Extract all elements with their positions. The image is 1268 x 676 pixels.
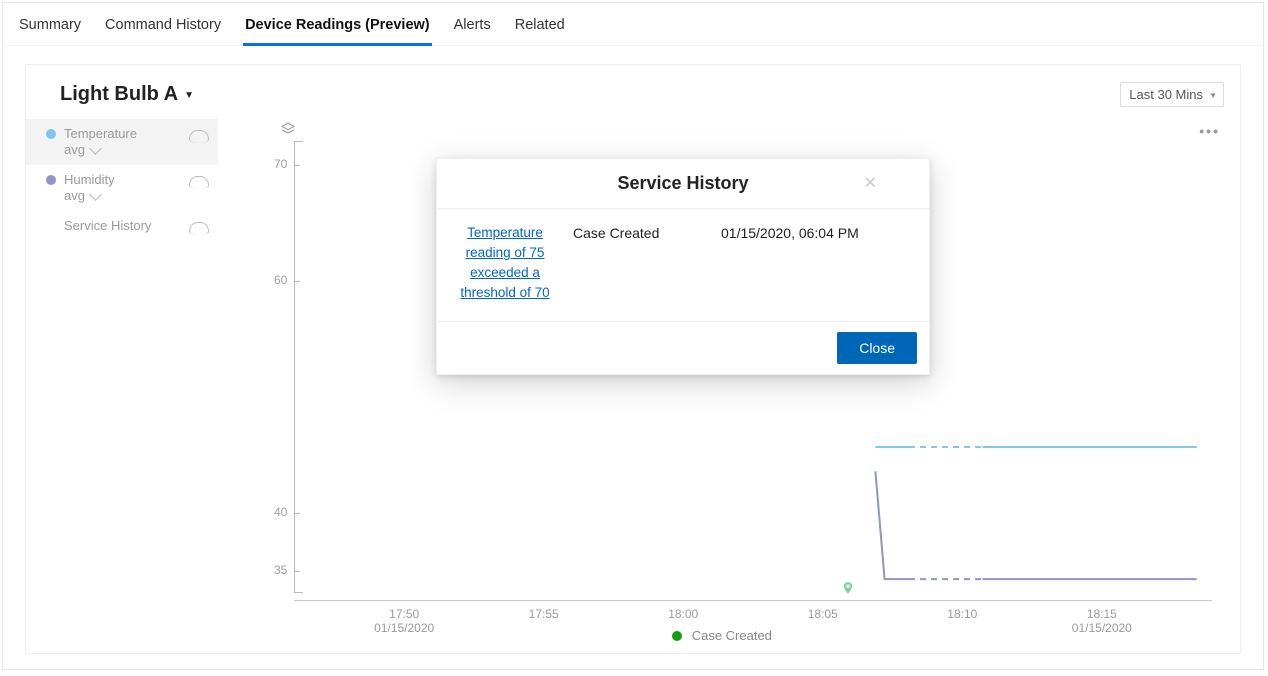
device-selector[interactable]: Light Bulb A ▼	[60, 83, 194, 106]
caret-down-icon: ▼	[184, 90, 194, 101]
card-header: Light Bulb A ▼ Last 30 Mins	[26, 65, 1240, 115]
modal-header: Service History ✕	[437, 159, 929, 209]
y-tick: 35	[274, 563, 287, 577]
tab-related[interactable]: Related	[513, 17, 567, 46]
service-history-modal: Service History ✕ Temperature reading of…	[436, 158, 930, 375]
modal-body: Temperature reading of 75 exceeded a thr…	[437, 209, 929, 322]
visibility-toggle-icon[interactable]	[189, 222, 209, 235]
y-tick: 70	[274, 157, 287, 171]
legend-sublabel: avg	[64, 142, 85, 158]
legend-label: Temperature	[64, 126, 137, 141]
time-range-select[interactable]: Last 30 Mins	[1120, 82, 1224, 107]
tab-bar: Summary Command History Device Readings …	[3, 3, 1263, 46]
event-link[interactable]: Temperature reading of 75 exceeded a thr…	[460, 225, 549, 300]
x-tick: 18:05	[808, 607, 838, 621]
time-range-label: Last 30 Mins	[1129, 87, 1203, 102]
tab-alerts[interactable]: Alerts	[452, 17, 493, 46]
legend-label: Service History	[64, 218, 151, 233]
tab-summary[interactable]: Summary	[17, 17, 83, 46]
tab-command-history[interactable]: Command History	[103, 17, 223, 46]
modal-title: Service History	[617, 173, 748, 193]
legend-label: Humidity	[64, 172, 115, 187]
more-actions-icon[interactable]: •••	[1199, 123, 1220, 139]
chevron-down-icon	[89, 142, 102, 155]
x-tick: 17:55	[529, 607, 559, 621]
legend-text: Temperature avg	[64, 126, 137, 158]
x-tick: 18:10	[947, 607, 977, 621]
event-legend: Case Created	[222, 628, 1222, 643]
legend-item-temperature[interactable]: Temperature avg	[26, 119, 218, 165]
close-icon[interactable]: ✕	[864, 173, 877, 193]
event-marker-icon[interactable]	[841, 579, 855, 597]
event-legend-label: Case Created	[692, 628, 772, 643]
modal-footer: Close	[437, 322, 929, 374]
layers-icon[interactable]	[280, 121, 296, 135]
x-tick: 18:00	[668, 607, 698, 621]
app-frame: Summary Command History Device Readings …	[2, 2, 1264, 670]
visibility-toggle-icon[interactable]	[189, 130, 209, 143]
y-tick: 40	[274, 505, 287, 519]
legend-sublabel: avg	[64, 188, 85, 204]
legend-item-humidity[interactable]: Humidity avg	[26, 165, 218, 211]
legend-text: Service History	[64, 218, 151, 234]
event-type: Case Created	[573, 223, 703, 303]
x-axis: 17:5001/15/202017:5518:0018:0518:1018:15…	[294, 600, 1212, 601]
series-legend: Temperature avg Humidity	[26, 115, 218, 661]
legend-text: Humidity avg	[64, 172, 115, 204]
close-button[interactable]: Close	[837, 332, 917, 364]
visibility-toggle-icon[interactable]	[189, 176, 209, 189]
series-color-dot	[46, 129, 56, 139]
event-legend-dot	[672, 631, 682, 641]
event-timestamp: 01/15/2020, 06:04 PM	[721, 223, 911, 303]
chevron-down-icon	[89, 188, 102, 201]
y-tick: 60	[274, 273, 287, 287]
device-title: Light Bulb A	[60, 83, 178, 106]
tab-device-readings[interactable]: Device Readings (Preview)	[243, 17, 432, 46]
series-color-dot	[46, 175, 56, 185]
legend-item-service-history[interactable]: Service History	[26, 211, 218, 242]
